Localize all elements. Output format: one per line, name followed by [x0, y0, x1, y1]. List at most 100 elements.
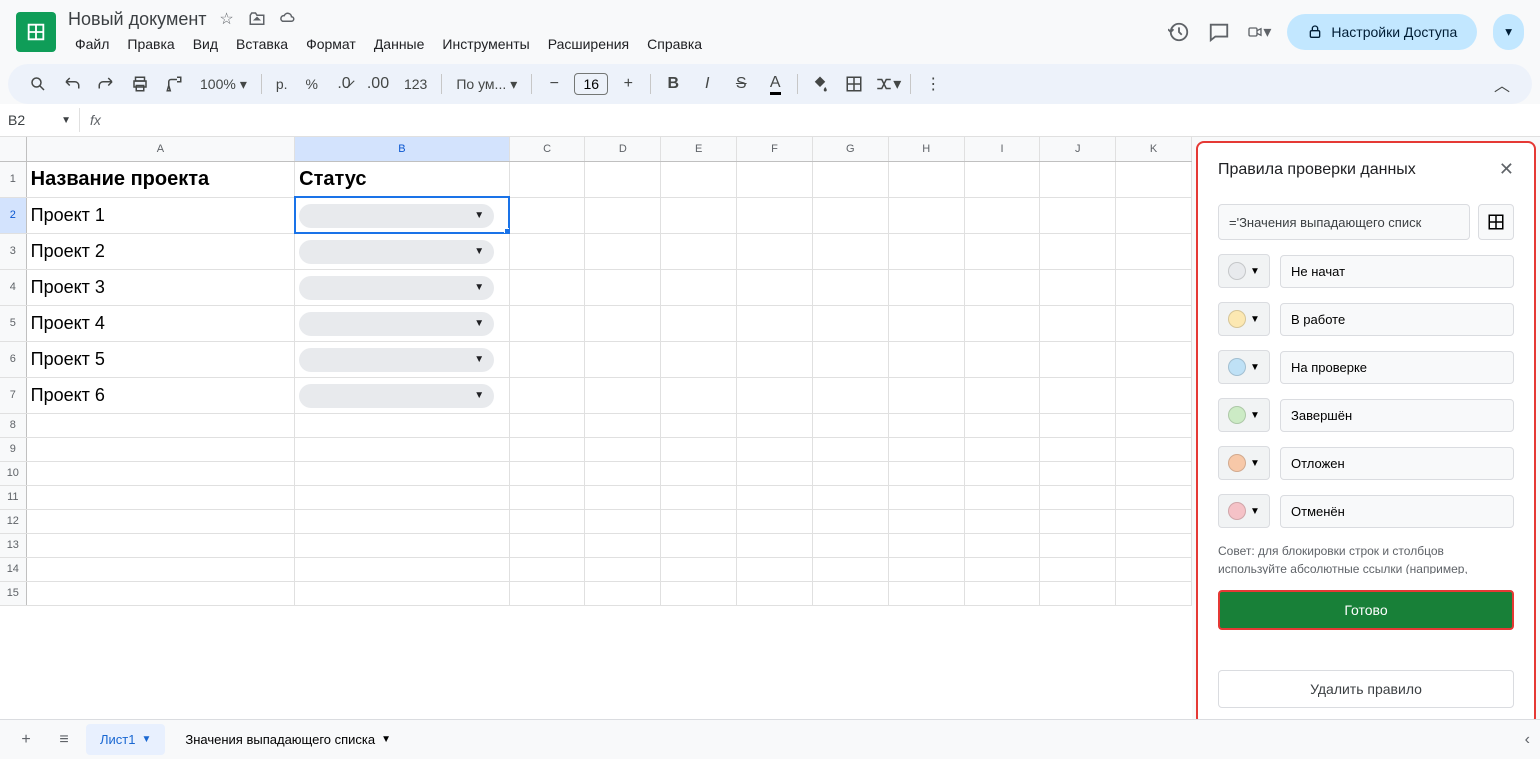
row-header-1[interactable]: 1 — [0, 161, 26, 197]
cell-G10[interactable] — [812, 461, 888, 485]
menu-data[interactable]: Данные — [367, 32, 432, 56]
option-input-4[interactable] — [1280, 447, 1514, 480]
cell-C10[interactable] — [509, 461, 585, 485]
menu-edit[interactable]: Правка — [120, 32, 181, 56]
menu-view[interactable]: Вид — [186, 32, 225, 56]
search-icon[interactable] — [24, 70, 52, 98]
row-header-6[interactable]: 6 — [0, 341, 26, 377]
row-header-13[interactable]: 13 — [0, 533, 26, 557]
cell-D8[interactable] — [585, 413, 661, 437]
fill-color-icon[interactable] — [806, 70, 834, 98]
option-input-3[interactable] — [1280, 399, 1514, 432]
cell-A13[interactable] — [26, 533, 295, 557]
cell-A12[interactable] — [26, 509, 295, 533]
cell-H7[interactable] — [888, 377, 964, 413]
col-header-K[interactable]: K — [1116, 137, 1192, 161]
cell-C15[interactable] — [509, 581, 585, 605]
cell-H13[interactable] — [888, 533, 964, 557]
col-header-B[interactable]: B — [295, 137, 510, 161]
color-chip-4[interactable]: ▼ — [1218, 446, 1270, 480]
cell-F5[interactable] — [737, 305, 813, 341]
dropdown-chip[interactable] — [299, 240, 494, 264]
menu-format[interactable]: Формат — [299, 32, 363, 56]
cell-A1[interactable]: Название проекта — [26, 161, 295, 197]
col-header-H[interactable]: H — [888, 137, 964, 161]
collapse-toolbar-icon[interactable]: ︿ — [1488, 70, 1516, 98]
cell-H6[interactable] — [888, 341, 964, 377]
cell-F6[interactable] — [737, 341, 813, 377]
sheets-logo[interactable] — [16, 12, 56, 52]
cell-I14[interactable] — [964, 557, 1040, 581]
cell-D12[interactable] — [585, 509, 661, 533]
col-header-F[interactable]: F — [737, 137, 813, 161]
spreadsheet-grid[interactable]: ABCDEFGHIJK1Название проектаСтатус2Проек… — [0, 137, 1192, 726]
cell-H5[interactable] — [888, 305, 964, 341]
paint-format-icon[interactable] — [160, 70, 188, 98]
borders-icon[interactable] — [840, 70, 868, 98]
cell-J3[interactable] — [1040, 233, 1116, 269]
col-header-I[interactable]: I — [964, 137, 1040, 161]
cell-A7[interactable]: Проект 6 — [26, 377, 295, 413]
cell-K15[interactable] — [1116, 581, 1192, 605]
cell-C1[interactable] — [509, 161, 585, 197]
row-header-9[interactable]: 9 — [0, 437, 26, 461]
cell-I7[interactable] — [964, 377, 1040, 413]
cell-A9[interactable] — [26, 437, 295, 461]
cell-G7[interactable] — [812, 377, 888, 413]
cell-K1[interactable] — [1116, 161, 1192, 197]
row-header-8[interactable]: 8 — [0, 413, 26, 437]
cell-C8[interactable] — [509, 413, 585, 437]
cell-B1[interactable]: Статус — [295, 161, 510, 197]
more-icon[interactable]: ⋮ — [919, 70, 947, 98]
cell-K12[interactable] — [1116, 509, 1192, 533]
cell-D2[interactable] — [585, 197, 661, 233]
cell-F7[interactable] — [737, 377, 813, 413]
cell-A14[interactable] — [26, 557, 295, 581]
dropdown-chip[interactable] — [299, 312, 494, 336]
col-header-E[interactable]: E — [661, 137, 737, 161]
cell-I8[interactable] — [964, 413, 1040, 437]
cell-D4[interactable] — [585, 269, 661, 305]
cell-B14[interactable] — [295, 557, 510, 581]
cell-B6[interactable] — [295, 341, 510, 377]
cell-F15[interactable] — [737, 581, 813, 605]
cell-C9[interactable] — [509, 437, 585, 461]
cell-E8[interactable] — [661, 413, 737, 437]
cell-A11[interactable] — [26, 485, 295, 509]
cell-E1[interactable] — [661, 161, 737, 197]
row-header-3[interactable]: 3 — [0, 233, 26, 269]
col-header-C[interactable]: C — [509, 137, 585, 161]
cell-C14[interactable] — [509, 557, 585, 581]
cell-F2[interactable] — [737, 197, 813, 233]
cell-F13[interactable] — [737, 533, 813, 557]
cell-J8[interactable] — [1040, 413, 1116, 437]
move-icon[interactable] — [247, 9, 267, 29]
cell-I2[interactable] — [964, 197, 1040, 233]
zoom-select[interactable]: 100% ▾ — [194, 76, 253, 93]
cell-J1[interactable] — [1040, 161, 1116, 197]
cell-J10[interactable] — [1040, 461, 1116, 485]
comment-icon[interactable] — [1207, 20, 1231, 44]
bold-icon[interactable]: B — [659, 70, 687, 98]
cell-F10[interactable] — [737, 461, 813, 485]
sheet-tab-2[interactable]: Значения выпадающего списка▼ — [171, 724, 405, 755]
cell-K10[interactable] — [1116, 461, 1192, 485]
cell-G2[interactable] — [812, 197, 888, 233]
cell-G8[interactable] — [812, 413, 888, 437]
cell-K13[interactable] — [1116, 533, 1192, 557]
cell-E13[interactable] — [661, 533, 737, 557]
cell-J14[interactable] — [1040, 557, 1116, 581]
cell-B13[interactable] — [295, 533, 510, 557]
cell-C2[interactable] — [509, 197, 585, 233]
cell-I3[interactable] — [964, 233, 1040, 269]
print-icon[interactable] — [126, 70, 154, 98]
cloud-icon[interactable] — [277, 9, 297, 29]
row-header-14[interactable]: 14 — [0, 557, 26, 581]
row-header-2[interactable]: 2 — [0, 197, 26, 233]
cell-J6[interactable] — [1040, 341, 1116, 377]
cell-A8[interactable] — [26, 413, 295, 437]
cell-J9[interactable] — [1040, 437, 1116, 461]
cell-D15[interactable] — [585, 581, 661, 605]
expand-sidebar-icon[interactable]: ‹ — [1525, 731, 1530, 749]
share-dropdown[interactable]: ▾ — [1493, 14, 1524, 50]
